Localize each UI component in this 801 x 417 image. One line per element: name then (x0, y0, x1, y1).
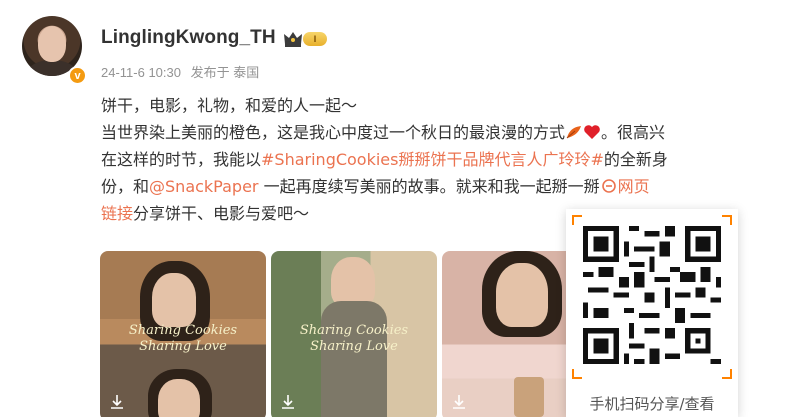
post-text-segment: 饼干，电影，礼物，和爱的人一起～ (101, 96, 358, 115)
image-figure (331, 257, 375, 307)
post-text-segment: 的全新身 (603, 150, 668, 169)
level-badge[interactable]: I (303, 32, 327, 46)
maple-leaf-icon (566, 126, 582, 139)
post-text-segment: 当世界染上美丽的橙色，这是我心中度过一个秋日的最浪漫的方式 (101, 123, 566, 142)
post-source: 发布于 泰国 (190, 65, 260, 80)
qr-share-popup: 手机扫码分享/查看 (566, 209, 738, 417)
caption-line: Sharing Cookies (128, 323, 238, 338)
download-icon[interactable] (108, 393, 126, 411)
post-image-2[interactable]: Sharing Cookies Sharing Love (271, 251, 437, 417)
post-date[interactable]: 24-11-6 10:30 (101, 65, 181, 80)
red-heart-icon (584, 125, 600, 139)
username[interactable]: LinglingKwong_TH (101, 27, 276, 49)
post-text-segment: 一起再度续写美丽的故事。就来和我一起掰一掰 (258, 177, 600, 196)
image-figure (152, 273, 196, 327)
post-line: 在这样的时节，我能以#SharingCookies掰掰饼干品牌代言人广玲玲#的全… (101, 146, 781, 173)
post-meta: 24-11-6 10:30 发布于 泰国 (101, 62, 265, 81)
qr-frame-corner (722, 369, 732, 379)
caption-line: Sharing Cookies (299, 323, 409, 338)
avatar-face (38, 26, 66, 62)
image-figure (158, 379, 200, 417)
post-text-segment: 在这样的时节，我能以 (101, 150, 262, 169)
crown-icon (284, 32, 302, 47)
post-text-segment: 份，和 (101, 177, 150, 196)
post-image-1[interactable]: Sharing Cookies Sharing Love (100, 251, 266, 417)
post-line: 份，和@SnackPaper 一起再度续写美丽的故事。就来和我一起掰一掰 网页 (101, 173, 781, 200)
post-line: 饼干，电影，礼物，和爱的人一起～ (101, 92, 781, 119)
caption-line: Sharing Love (139, 339, 227, 354)
link-icon (601, 179, 616, 193)
post-line: 当世界染上美丽的橙色，这是我心中度过一个秋日的最浪漫的方式 。很高兴 (101, 119, 781, 146)
image-figure (496, 263, 548, 327)
image-figure (514, 377, 544, 417)
image-caption: Sharing Cookies Sharing Love (271, 323, 437, 355)
post-text-segment: 分享饼干、电影与爱吧～ (133, 204, 310, 223)
qr-code (578, 221, 726, 369)
download-icon[interactable] (279, 393, 297, 411)
qr-frame-corner (572, 369, 582, 379)
mention-link[interactable]: @SnackPaper (149, 177, 258, 196)
image-figure (321, 301, 387, 417)
post-body: 饼干，电影，礼物，和爱的人一起～ 当世界染上美丽的橙色，这是我心中度过一个秋日的… (101, 92, 781, 227)
qr-caption: 手机扫码分享/查看 (589, 395, 715, 413)
post-text-segment: 。很高兴 (601, 123, 666, 142)
image-caption: Sharing Cookies Sharing Love (100, 323, 266, 355)
verified-badge: v (68, 66, 87, 85)
web-link-cont[interactable]: 链接 (101, 204, 133, 223)
caption-line: Sharing Love (310, 339, 398, 354)
web-link[interactable]: 网页 (618, 177, 650, 196)
download-icon[interactable] (450, 393, 468, 411)
hashtag-link[interactable]: #SharingCookies掰掰饼干品牌代言人广玲玲# (261, 150, 604, 169)
